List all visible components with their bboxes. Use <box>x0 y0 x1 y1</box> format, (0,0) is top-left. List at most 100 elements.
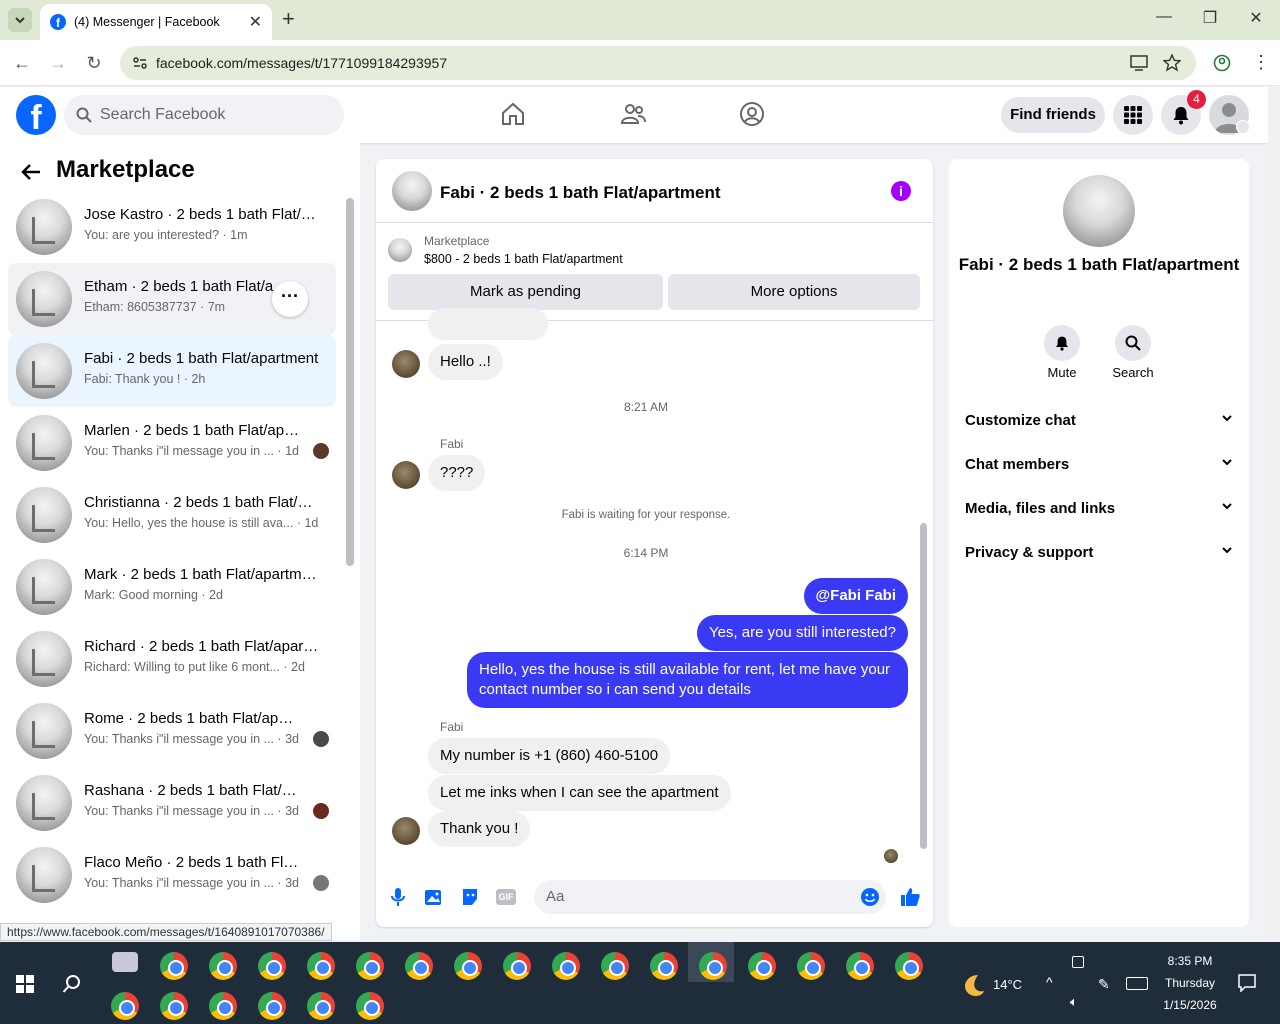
gif-icon[interactable]: GIF <box>496 889 516 905</box>
chrome-icon[interactable] <box>846 952 874 980</box>
conversation-item[interactable]: Marlen · 2 beds 1 bath Flat/apartment You… <box>8 407 336 479</box>
listing-price[interactable]: $800 - 2 beds 1 bath Flat/apartment <box>424 252 623 266</box>
chrome-icon-active[interactable] <box>699 952 727 980</box>
tab-search-button[interactable] <box>8 8 32 32</box>
message-bubble[interactable]: Let me inks when I can see the apartment <box>428 775 731 811</box>
info-icon[interactable]: i <box>891 181 911 201</box>
back-button[interactable]: ← <box>11 52 33 74</box>
chrome-icon[interactable] <box>160 992 188 1020</box>
bookmark-star-icon[interactable] <box>1163 54 1181 72</box>
conversation-item[interactable]: Rashana · 2 beds 1 bath Flat/apartment Yo… <box>8 767 336 839</box>
chrome-icon[interactable] <box>650 952 678 980</box>
chrome-icon[interactable] <box>209 992 237 1020</box>
conversation-item[interactable]: Mark · 2 beds 1 bath Flat/apartment Mark:… <box>8 551 336 623</box>
more-options-icon[interactable]: ··· <box>272 281 308 317</box>
chrome-icon[interactable] <box>307 992 335 1020</box>
notification-center-icon[interactable] <box>1238 974 1256 992</box>
chat-avatar[interactable] <box>392 171 432 211</box>
message-bubble[interactable]: My number is +1 (860) 460-5100 <box>428 738 671 774</box>
site-info-icon[interactable] <box>132 55 148 71</box>
chrome-icon[interactable] <box>209 952 237 980</box>
photo-icon[interactable] <box>424 887 444 907</box>
listing-avatar[interactable] <box>1063 175 1135 247</box>
thumbs-up-icon[interactable] <box>899 886 921 908</box>
media-files-links-row[interactable]: Media, files and links <box>965 500 1233 517</box>
back-arrow-icon[interactable] <box>20 161 42 183</box>
conversation-item[interactable]: Jose Kastro · 2 beds 1 bath Flat/apartme… <box>8 191 336 263</box>
speaker-icon[interactable]: 🔈︎ <box>1070 994 1078 1010</box>
message-input[interactable]: Aa <box>534 880 886 914</box>
chrome-icon[interactable] <box>307 952 335 980</box>
chrome-icon[interactable] <box>748 952 776 980</box>
conversation-item[interactable]: Rome · 2 beds 1 bath Flat/apartment You: … <box>8 695 336 767</box>
search-icon[interactable] <box>62 974 82 994</box>
chrome-icon[interactable] <box>503 952 531 980</box>
app-icon[interactable] <box>112 952 138 972</box>
friends-icon[interactable] <box>620 101 646 127</box>
chrome-icon[interactable] <box>895 952 923 980</box>
clock-day[interactable]: Thursday <box>1160 976 1220 990</box>
message-bubble[interactable]: Thank you ! <box>428 811 531 847</box>
message-bubble[interactable]: ???? <box>428 455 486 491</box>
chrome-icon[interactable] <box>601 952 629 980</box>
groups-icon[interactable] <box>739 101 765 127</box>
chrome-icon[interactable] <box>797 952 825 980</box>
keyboard-icon[interactable] <box>1126 977 1148 990</box>
chat-title[interactable]: Fabi · 2 beds 1 bath Flat/apartment <box>440 183 721 203</box>
account-chevron-icon[interactable] <box>1236 120 1250 134</box>
reload-button[interactable]: ↻ <box>83 52 105 74</box>
search-chat-button[interactable] <box>1115 325 1151 361</box>
chevron-up-icon[interactable]: ^ <box>1046 974 1053 990</box>
message-bubble-outgoing[interactable]: Hello, yes the house is still available … <box>467 652 908 708</box>
clock-date[interactable]: 1/15/2026 <box>1156 998 1224 1012</box>
message-bubble-outgoing[interactable]: @Fabi Fabi <box>803 578 908 614</box>
chrome-icon[interactable] <box>160 952 188 980</box>
page-scrollbar[interactable] <box>1268 87 1280 940</box>
profile-icon[interactable] <box>1213 54 1231 72</box>
chrome-icon[interactable] <box>356 992 384 1020</box>
chrome-icon[interactable] <box>405 952 433 980</box>
sticker-icon[interactable] <box>460 887 480 907</box>
browser-tab[interactable]: f (4) Messenger | Facebook ✕ <box>40 4 272 40</box>
install-app-icon[interactable] <box>1130 55 1148 71</box>
restore-button[interactable]: ❐ <box>1198 8 1222 28</box>
chrome-icon[interactable] <box>552 952 580 980</box>
clock-time[interactable]: 8:35 PM <box>1160 954 1220 968</box>
meet-icon[interactable] <box>1072 956 1084 968</box>
conversation-list-scrollbar[interactable] <box>346 198 354 566</box>
chrome-icon[interactable] <box>258 992 286 1020</box>
menu-button[interactable] <box>1113 95 1153 135</box>
browser-menu-icon[interactable]: ⋮ <box>1252 52 1270 73</box>
find-friends-button[interactable]: Find friends <box>1001 97 1105 133</box>
chrome-icon[interactable] <box>111 992 139 1020</box>
forward-button[interactable]: → <box>47 52 69 74</box>
mute-button[interactable] <box>1044 325 1080 361</box>
customize-chat-row[interactable]: Customize chat <box>965 412 1233 429</box>
moon-weather-icon[interactable] <box>960 972 986 998</box>
facebook-logo-icon[interactable]: f <box>16 95 56 135</box>
close-tab-icon[interactable]: ✕ <box>249 12 262 32</box>
conversation-item[interactable]: Christianna · 2 beds 1 bath Flat/apartme… <box>8 479 336 551</box>
chat-scrollbar[interactable] <box>920 523 927 849</box>
message-bubble-outgoing[interactable]: Yes, are you still interested? <box>696 615 908 651</box>
microphone-icon[interactable] <box>390 887 406 907</box>
chrome-icon[interactable] <box>356 952 384 980</box>
conversation-item-active[interactable]: Fabi · 2 beds 1 bath Flat/apartment Fabi:… <box>8 335 336 407</box>
conversation-item[interactable]: Richard · 2 beds 1 bath Flat/apartment Ri… <box>8 623 336 695</box>
search-facebook-input[interactable]: Search Facebook <box>64 95 344 135</box>
chat-members-row[interactable]: Chat members <box>965 456 1233 473</box>
home-icon[interactable] <box>500 101 526 127</box>
chrome-icon[interactable] <box>454 952 482 980</box>
conversation-item[interactable]: Flaco Meño · 2 beds 1 bath Flat/apartmen… <box>8 839 336 911</box>
conversation-item[interactable]: Etham · 2 beds 1 bath Flat/apartment Etha… <box>8 263 336 335</box>
pen-icon[interactable]: ✎ <box>1098 976 1110 993</box>
minimize-button[interactable]: — <box>1152 8 1176 26</box>
windows-start-icon[interactable] <box>16 975 34 993</box>
privacy-support-row[interactable]: Privacy & support <box>965 544 1233 561</box>
message-bubble[interactable]: Hello ..! <box>428 344 503 380</box>
address-bar[interactable]: facebook.com/messages/t/1771099184293957 <box>120 46 1196 80</box>
close-window-button[interactable]: ✕ <box>1244 8 1268 28</box>
new-tab-button[interactable]: + <box>282 8 295 30</box>
chrome-icon[interactable] <box>258 952 286 980</box>
emoji-icon[interactable] <box>860 887 880 907</box>
